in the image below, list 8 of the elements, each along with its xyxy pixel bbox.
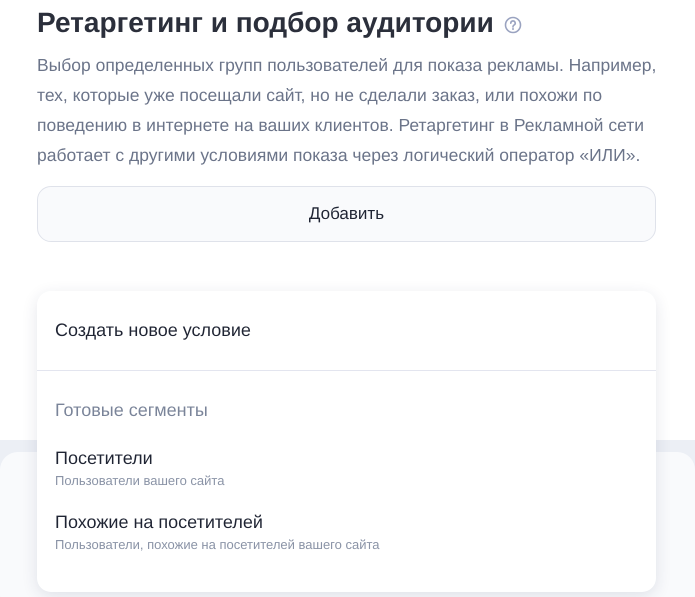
add-button[interactable]: Добавить: [37, 186, 656, 242]
help-icon[interactable]: [504, 16, 522, 34]
section-title: Ретаргетинг и подбор аудитории: [37, 6, 494, 40]
segment-option[interactable]: Посетители Пользователи вашего сайта: [37, 436, 656, 500]
segment-option[interactable]: Похожие на посетителей Пользователи, похожие на посетителей вашего сайта: [37, 500, 656, 564]
section-description: Выбор определенных групп пользователей для показа рекламы. Например, тех, которые уже посещали сайт, но не сделали заказ, или похожи по поведению в интернете на ваших клиентов. Ретаргетинг в Рекламной сети работает с другими условиями показа через логический оператор «ИЛИ».: [37, 54, 657, 167]
create-condition-item[interactable]: Создать новое условие: [37, 291, 656, 370]
group-header: Готовые сегменты: [54, 399, 209, 422]
